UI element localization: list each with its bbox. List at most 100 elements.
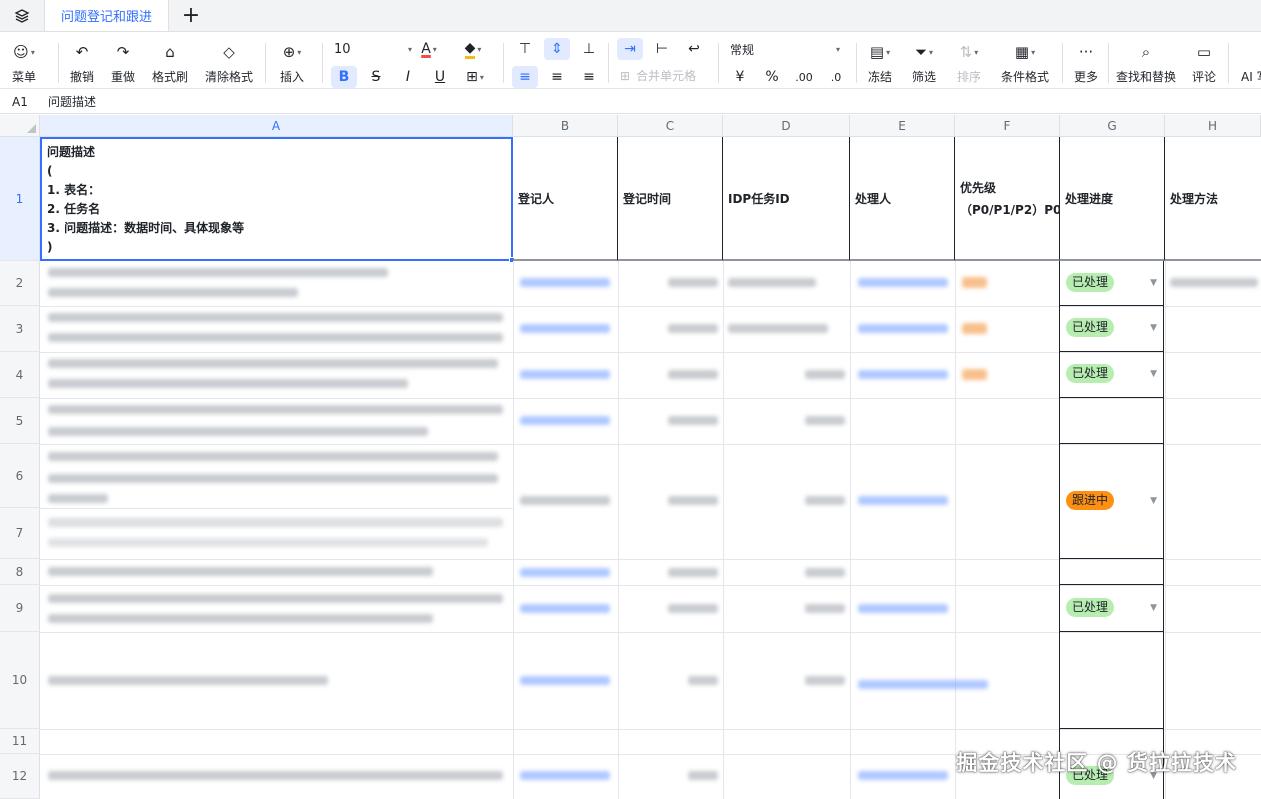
select-all-corner[interactable] (0, 115, 40, 137)
font-size-select[interactable]: 10 ▾ (334, 38, 412, 60)
status-cell-row-6-7[interactable]: 跟进中 ▼ (1059, 444, 1164, 559)
font-color-button[interactable]: A ▾ (416, 38, 442, 60)
cell-a1-problem-description[interactable]: 问题描述 ( 1. 表名： 2. 任务名 3. 问题描述：数据时间、具体现象等 … (40, 137, 515, 263)
eraser-icon: ◇ (223, 43, 235, 61)
layers-icon[interactable] (0, 0, 44, 31)
format-painter-button[interactable]: ⌂ 格式刷 (152, 41, 188, 85)
align-right-icon[interactable]: ≡ (576, 66, 602, 88)
find-replace-button[interactable]: ⌕ 查找和替换 (1116, 41, 1176, 85)
header-register-time[interactable]: 登记时间 (618, 137, 723, 261)
column-header-h[interactable]: H (1165, 115, 1261, 137)
header-priority[interactable]: 优先级 （P0/P1/P2）P0 (955, 137, 1060, 261)
fill-color-button[interactable]: ◆ ▾ (460, 38, 486, 60)
merge-icon: ⊞ (620, 68, 631, 83)
column-header-e[interactable]: E (850, 115, 955, 137)
dropdown-arrow-icon[interactable]: ▼ (1150, 278, 1157, 288)
sort-button[interactable]: ⇅ ▾ 排序 (957, 41, 981, 85)
row-header-9[interactable]: 9 (0, 585, 40, 632)
row-header-8[interactable]: 8 (0, 559, 40, 585)
menu-button[interactable]: ☺ ▾ 菜单 (12, 41, 36, 85)
percent-button[interactable]: % (759, 66, 785, 88)
bold-button[interactable]: B (331, 66, 357, 88)
grid-icon: ▦ ▾ (1014, 43, 1036, 61)
decrease-decimal-button[interactable]: .0 (823, 66, 849, 88)
header-method[interactable]: 处理方法 (1165, 137, 1261, 261)
row-header-6[interactable]: 6 (0, 444, 40, 508)
dropdown-arrow-icon[interactable]: ▼ (1150, 603, 1157, 613)
status-badge: 已处理 (1066, 273, 1115, 292)
header-handler[interactable]: 处理人 (850, 137, 955, 261)
redo-button[interactable]: ↷ 重做 (111, 41, 135, 85)
status-cell-row-9[interactable]: 已处理 ▼ (1059, 585, 1164, 632)
comment-icon: ▭ (1196, 43, 1212, 61)
status-badge: 已处理 (1066, 598, 1115, 617)
ai-write-button[interactable]: AI 写 (1241, 41, 1261, 85)
status-cell-row-4[interactable]: 已处理 ▼ (1059, 352, 1164, 398)
watermark: 掘金技术社区 @ 货拉拉技术 (956, 751, 1237, 775)
column-header-c[interactable]: C (618, 115, 723, 137)
status-cell-row-8[interactable] (1059, 559, 1164, 585)
conditional-format-button[interactable]: ▦ ▾ 条件格式 (1001, 41, 1049, 85)
header-registrant[interactable]: 登记人 (513, 137, 618, 261)
freeze-icon: ▤ ▾ (869, 43, 891, 61)
align-top-icon[interactable]: ⊤ (512, 38, 538, 60)
chevron-down-icon: ▾ (407, 44, 412, 54)
merge-cells-button[interactable]: ⊞ 合并单元格 (620, 67, 696, 84)
row-header-12[interactable]: 12 (0, 754, 40, 799)
paint-roller-icon: ⌂ (165, 43, 175, 61)
undo-button[interactable]: ↶ 撤销 (70, 41, 94, 85)
header-progress[interactable]: 处理进度 (1060, 137, 1165, 261)
cell-reference[interactable]: A1 (0, 95, 40, 109)
clip-icon[interactable]: ⊢ (649, 38, 675, 60)
toolbar: ☺ ▾ 菜单 ↶ 撤销 ↷ 重做 ⌂ 格式刷 ◇ 清除格式 ⊕ ▾ 插入 10 ▾ A… (0, 33, 1261, 89)
freeze-button[interactable]: ▤ ▾ 冻结 (868, 41, 892, 85)
border-button[interactable]: ⊞ ▾ (462, 66, 488, 88)
header-idp-task-id[interactable]: IDP任务ID (723, 137, 850, 261)
strikethrough-button[interactable]: S (363, 66, 389, 88)
row-header-4[interactable]: 4 (0, 352, 40, 398)
align-bottom-icon[interactable]: ⊥ (576, 38, 602, 60)
status-cell-row-10[interactable] (1059, 632, 1164, 729)
formula-bar: A1 问题描述 (0, 90, 1261, 114)
status-cell-row-2[interactable]: 已处理 ▼ (1059, 261, 1164, 306)
dropdown-arrow-icon[interactable]: ▼ (1150, 369, 1157, 379)
filter-button[interactable]: ⏷ ▾ 筛选 (912, 41, 936, 85)
formula-input[interactable]: 问题描述 (40, 93, 96, 110)
sort-icon: ⇅ ▾ (959, 43, 979, 61)
row-header-5[interactable]: 5 (0, 398, 40, 444)
column-header-f[interactable]: F (955, 115, 1060, 137)
more-icon: ··· (1078, 43, 1094, 61)
column-header-a[interactable]: A (40, 115, 513, 137)
italic-button[interactable]: I (395, 66, 421, 88)
insert-button[interactable]: ⊕ ▾ 插入 (280, 41, 304, 85)
row-header-1[interactable]: 1 (0, 137, 40, 261)
column-header-g[interactable]: G (1060, 115, 1165, 137)
currency-button[interactable]: ¥ (727, 66, 753, 88)
undo-icon: ↶ (75, 43, 89, 61)
increase-decimal-button[interactable]: .00 (791, 66, 817, 88)
comment-button[interactable]: ▭ 评论 (1192, 41, 1216, 85)
align-middle-icon[interactable]: ⇕ (544, 38, 570, 60)
status-cell-row-5[interactable] (1059, 398, 1164, 444)
dropdown-arrow-icon[interactable]: ▼ (1150, 496, 1157, 506)
add-sheet-button[interactable]: + (169, 0, 213, 31)
row-header-10[interactable]: 10 (0, 632, 40, 729)
chevron-down-icon: ▾ (835, 44, 840, 54)
column-header-d[interactable]: D (723, 115, 850, 137)
number-format-select[interactable]: 常规 ▾ (730, 38, 840, 60)
align-center-icon[interactable]: ≡ (544, 66, 570, 88)
dropdown-arrow-icon[interactable]: ▼ (1150, 323, 1157, 333)
more-button[interactable]: ··· 更多 (1074, 41, 1098, 85)
underline-button[interactable]: U (427, 66, 453, 88)
sheet-tab-active[interactable]: 问题登记和跟进 (44, 0, 170, 31)
column-header-b[interactable]: B (513, 115, 618, 137)
overflow-icon[interactable]: ⇥ (617, 38, 643, 60)
wrap-icon[interactable]: ↩ (681, 38, 707, 60)
clear-format-button[interactable]: ◇ 清除格式 (205, 41, 253, 85)
align-left-icon[interactable]: ≡ (512, 66, 538, 88)
row-header-2[interactable]: 2 (0, 261, 40, 306)
row-header-3[interactable]: 3 (0, 306, 40, 352)
status-cell-row-3[interactable]: 已处理 ▼ (1059, 306, 1164, 352)
row-header-7[interactable]: 7 (0, 508, 40, 559)
row-header-11[interactable]: 11 (0, 729, 40, 754)
